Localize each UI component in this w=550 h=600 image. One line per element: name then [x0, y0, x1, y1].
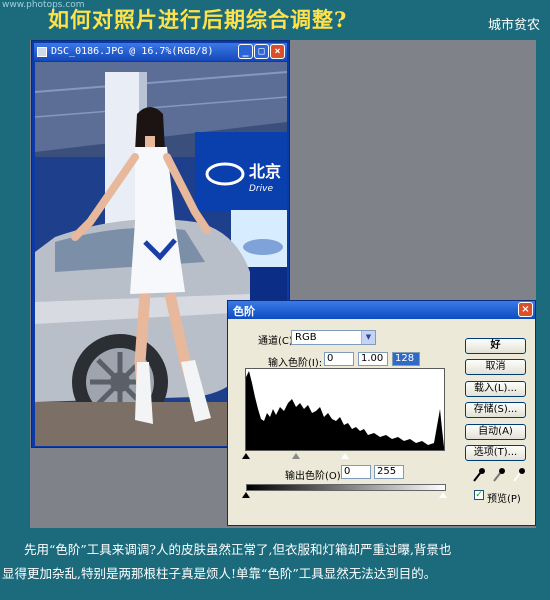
- input-gamma-field[interactable]: 1.00: [358, 352, 388, 366]
- output-gradient-bar: [246, 484, 446, 491]
- output-shadow-field[interactable]: 0: [341, 465, 371, 479]
- page-title: 如何对照片进行后期综合调整?: [48, 7, 348, 32]
- options-button[interactable]: 选项(T)...: [465, 445, 526, 461]
- author-name: 城市贫农: [487, 18, 540, 33]
- input-highlight-slider[interactable]: [341, 453, 349, 459]
- preview-label: 预览(P): [487, 494, 521, 505]
- image-window-titlebar[interactable]: DSC_0186.JPG @ 16.7%(RGB/8) _ □ ×: [34, 43, 287, 61]
- minimize-button[interactable]: _: [238, 44, 253, 59]
- input-levels-label: 输入色阶(I):: [268, 358, 323, 369]
- levels-dialog-title: 色阶: [233, 305, 255, 318]
- levels-close-button[interactable]: ×: [518, 302, 533, 317]
- input-highlight-field[interactable]: 128: [392, 352, 420, 366]
- channel-value: RGB: [295, 332, 317, 343]
- caption: 先用“色阶”工具来调调?人的皮肤虽然正常了,但衣服和灯箱却严重过曝,背景也 显得…: [0, 538, 550, 586]
- gray-eyedropper-icon[interactable]: [492, 467, 506, 483]
- cancel-button[interactable]: 取消: [465, 359, 526, 375]
- black-eyedropper-icon[interactable]: [472, 467, 486, 483]
- output-highlight-slider[interactable]: [439, 492, 447, 498]
- document-icon: [37, 47, 47, 57]
- output-shadow-slider[interactable]: [242, 492, 250, 498]
- output-levels-label: 输出色阶(O):: [285, 471, 345, 482]
- booth-sign-text: 北京: [249, 162, 281, 181]
- load-button[interactable]: 载入(L)...: [465, 381, 526, 397]
- channel-select[interactable]: RGB ▼: [291, 330, 376, 345]
- caption-line-2: 显得更加杂乱,特别是两那根柱子真是烦人!单靠“色阶”工具显然无法达到目的。: [2, 566, 437, 581]
- input-gamma-slider[interactable]: [292, 453, 300, 459]
- save-button[interactable]: 存储(S)...: [465, 402, 526, 418]
- histogram: [245, 368, 445, 451]
- input-shadow-field[interactable]: 0: [324, 352, 354, 366]
- image-window-title: DSC_0186.JPG @ 16.7%(RGB/8): [51, 46, 214, 57]
- levels-dialog-titlebar[interactable]: 色阶 ×: [228, 301, 535, 319]
- maximize-button[interactable]: □: [254, 44, 269, 59]
- output-highlight-field[interactable]: 255: [374, 465, 404, 479]
- preview-checkbox[interactable]: ✓: [474, 490, 484, 500]
- levels-dialog[interactable]: 色阶 × 通道(C): RGB ▼ 输入色阶(I): 0 1.00 128 输出…: [227, 300, 536, 526]
- close-button[interactable]: ×: [270, 44, 285, 59]
- chevron-down-icon[interactable]: ▼: [361, 331, 375, 344]
- booth-brand-text: Drive: [249, 184, 273, 194]
- caption-line-1: 先用“色阶”工具来调调?人的皮肤虽然正常了,但衣服和灯箱却严重过曝,背景也: [24, 542, 452, 557]
- auto-button[interactable]: 自动(A): [465, 424, 526, 440]
- input-shadow-slider[interactable]: [242, 453, 250, 459]
- white-eyedropper-icon[interactable]: [512, 467, 526, 483]
- ok-button[interactable]: 好: [465, 338, 526, 354]
